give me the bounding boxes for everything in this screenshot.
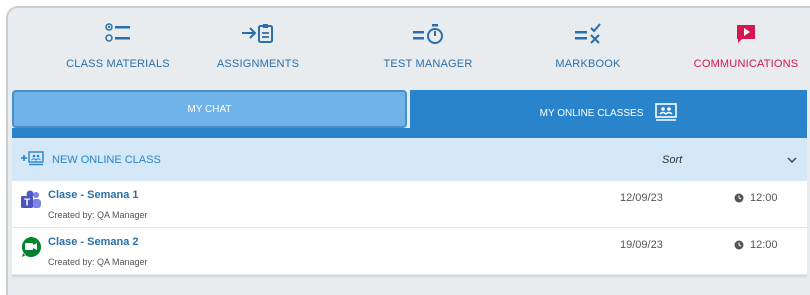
nav-test-manager[interactable]: TEST MANAGER bbox=[348, 20, 508, 70]
list-shadow bbox=[12, 275, 807, 279]
class-created-by: Created by: QA Manager bbox=[48, 257, 148, 267]
chevron-down-icon[interactable] bbox=[787, 152, 797, 170]
play-message-icon bbox=[666, 20, 810, 48]
nav-markbook[interactable]: MARKBOOK bbox=[508, 20, 668, 70]
class-title[interactable]: Clase - Semana 2 bbox=[48, 236, 139, 248]
list-icon bbox=[38, 20, 198, 48]
nav-label: ASSIGNMENTS bbox=[216, 58, 300, 70]
teams-icon: T bbox=[20, 189, 42, 211]
sort-dropdown[interactable]: Sort bbox=[662, 154, 682, 166]
class-created-by: Created by: QA Manager bbox=[48, 210, 148, 220]
class-time: 12:00 bbox=[734, 192, 778, 204]
add-online-class-icon bbox=[20, 150, 44, 169]
class-date: 19/09/23 bbox=[620, 239, 663, 251]
class-date: 12/09/23 bbox=[620, 192, 663, 204]
nav-label: CLASS MATERIALS bbox=[66, 58, 170, 70]
tab-my-chat[interactable]: MY CHAT bbox=[12, 90, 407, 128]
tab-underline bbox=[12, 128, 807, 138]
class-time-value: 12:00 bbox=[750, 192, 778, 204]
class-title[interactable]: Clase - Semana 1 bbox=[48, 189, 139, 201]
top-nav: CLASS MATERIALS ASSIGNMENTS TEST MANAGER… bbox=[8, 8, 810, 83]
markbook-icon bbox=[508, 20, 668, 48]
clock-icon bbox=[734, 240, 744, 250]
nav-communications[interactable]: COMMUNICATIONS bbox=[666, 20, 810, 70]
classes-toolbar: NEW ONLINE CLASS Sort bbox=[12, 138, 807, 181]
tab-label: MY ONLINE CLASSES bbox=[539, 107, 644, 119]
class-time-value: 12:00 bbox=[750, 239, 778, 251]
svg-text:T: T bbox=[24, 198, 30, 209]
timer-icon bbox=[348, 20, 508, 48]
clock-icon bbox=[734, 193, 744, 203]
class-time: 12:00 bbox=[734, 239, 778, 251]
nav-class-materials[interactable]: CLASS MATERIALS bbox=[38, 20, 198, 70]
new-online-class-button[interactable]: NEW ONLINE CLASS bbox=[20, 150, 161, 169]
list-item[interactable]: Clase - Semana 2 Created by: QA Manager … bbox=[12, 228, 807, 275]
new-online-class-label: NEW ONLINE CLASS bbox=[52, 153, 161, 166]
nav-assignments[interactable]: ASSIGNMENTS bbox=[178, 20, 338, 70]
google-meet-icon bbox=[20, 236, 42, 258]
nav-label: COMMUNICATIONS bbox=[693, 58, 799, 70]
nav-label: TEST MANAGER bbox=[383, 58, 473, 70]
online-class-icon bbox=[655, 102, 678, 124]
nav-label: MARKBOOK bbox=[555, 58, 621, 70]
list-item[interactable]: T Clase - Semana 1 Created by: QA Manage… bbox=[12, 181, 807, 228]
clipboard-arrow-icon bbox=[178, 20, 338, 48]
online-classes-list: T Clase - Semana 1 Created by: QA Manage… bbox=[12, 181, 807, 275]
